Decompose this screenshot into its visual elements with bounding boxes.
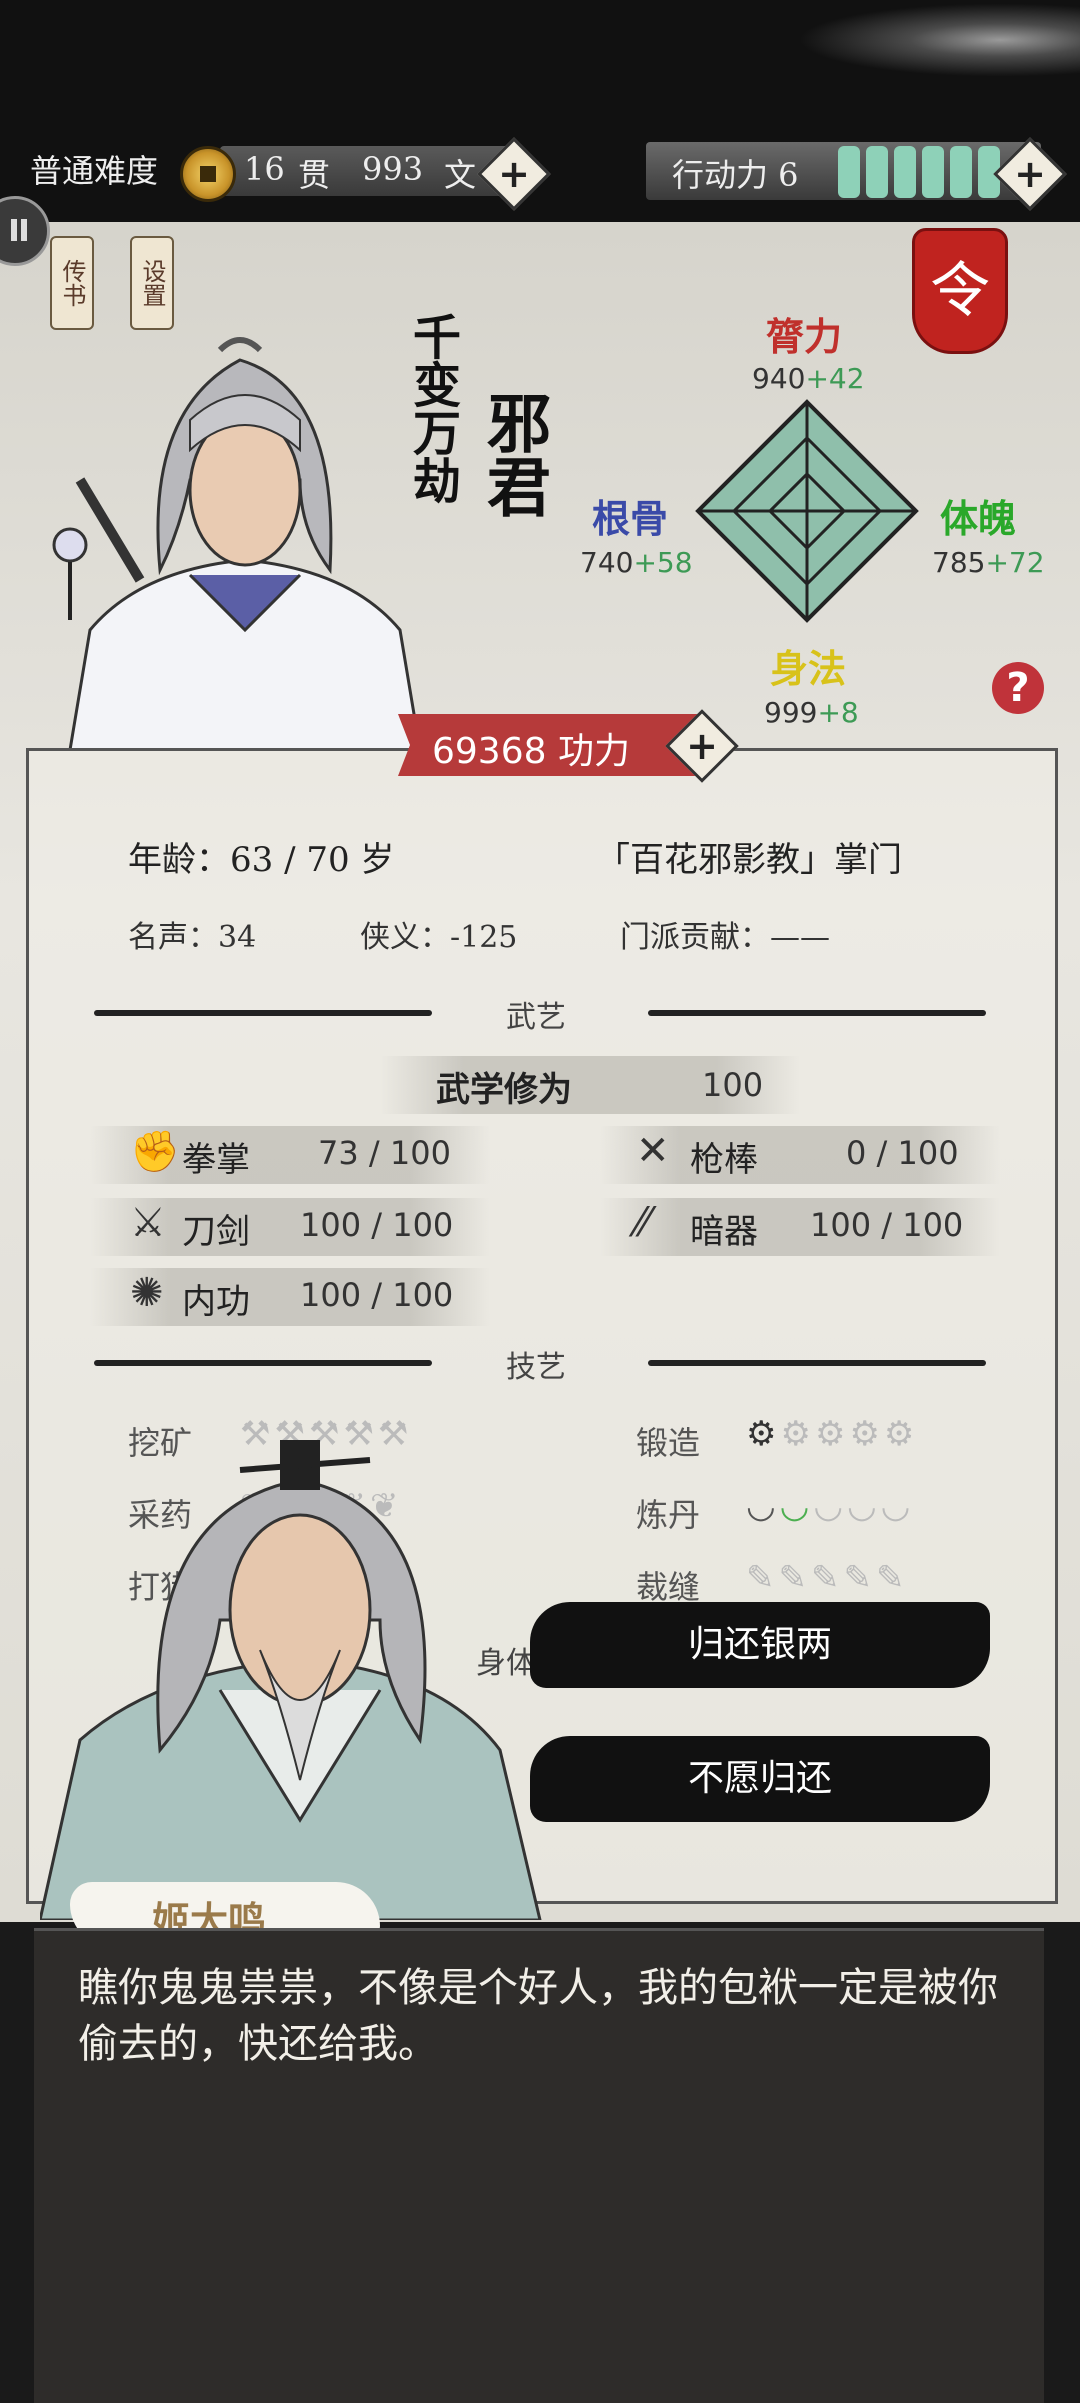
skill-name: 枪棒 bbox=[690, 1140, 758, 1180]
dialog-text: 瞧你鬼鬼祟祟，不像是个好人，我的包袱一定是被你偷去的，快还给我。 bbox=[78, 1965, 998, 2067]
chivalry: 侠义：-125 bbox=[360, 920, 518, 955]
fame: 名声：34 bbox=[128, 920, 257, 955]
plus-icon: + bbox=[498, 152, 530, 196]
cultivation-label: 武学修为 bbox=[436, 1070, 572, 1110]
money-wen-unit: 文 bbox=[444, 156, 477, 194]
difficulty-label: 普通难度 bbox=[30, 152, 159, 190]
stat-constitution-value: 785+72 bbox=[932, 546, 1045, 579]
stats-radar-chart bbox=[695, 399, 919, 623]
skill-name: 暗器 bbox=[690, 1212, 758, 1252]
stat-agility-value: 999+8 bbox=[764, 696, 859, 729]
sect-contribution: 门派贡献：—— bbox=[620, 920, 830, 955]
stat-bone-value: 740+58 bbox=[580, 546, 693, 579]
skill-name: 拳掌 bbox=[182, 1140, 250, 1180]
craft-name: 锻造 bbox=[636, 1424, 701, 1462]
action-point-segment bbox=[922, 146, 944, 198]
money-wen: 993 bbox=[362, 150, 424, 188]
anvil-icon: ⚙⚙⚙⚙⚙ bbox=[746, 1414, 919, 1454]
qi-icon: ✺ bbox=[130, 1270, 164, 1316]
stat-strength-value: 940+42 bbox=[752, 362, 865, 395]
divider bbox=[94, 1010, 432, 1016]
cultivation-value: 100 bbox=[702, 1066, 764, 1104]
needle-icon: ✎✎✎✎✎ bbox=[746, 1558, 909, 1598]
power-value: 69368 功力 bbox=[432, 731, 630, 772]
npc-portrait bbox=[40, 1440, 542, 1920]
coin-icon bbox=[180, 146, 236, 202]
skill-name: 内功 bbox=[182, 1282, 250, 1322]
fist-icon: ✊ bbox=[130, 1129, 180, 1175]
stat-constitution-label: 体魄 bbox=[940, 496, 1017, 541]
sword-icon: ⚔ bbox=[130, 1200, 166, 1246]
character-portrait bbox=[52, 337, 422, 750]
stat-strength-label: 膂力 bbox=[766, 314, 843, 359]
settings-tab[interactable]: 设置 bbox=[130, 236, 174, 330]
stat-bone-label: 根骨 bbox=[592, 496, 669, 541]
crafts-section-title: 技艺 bbox=[506, 1350, 566, 1385]
action-point-segment bbox=[950, 146, 972, 198]
skill-value: 100 / 100 bbox=[810, 1206, 964, 1244]
divider bbox=[94, 1360, 432, 1366]
craft-name: 炼丹 bbox=[636, 1496, 701, 1534]
plus-icon: + bbox=[686, 724, 718, 768]
action-points-label: 行动力 6 bbox=[672, 156, 799, 194]
action-point-segment bbox=[894, 146, 916, 198]
skill-value: 100 / 100 bbox=[300, 1276, 454, 1314]
skill-name: 刀剑 bbox=[182, 1212, 250, 1252]
bowl-icon: ◡◡◡◡◡ bbox=[746, 1486, 915, 1526]
spear-icon: ✕ bbox=[636, 1128, 670, 1174]
stat-agility-label: 身法 bbox=[770, 646, 847, 691]
order-button[interactable]: 令 bbox=[912, 228, 1008, 354]
action-point-segment bbox=[838, 146, 860, 198]
money-guan: 16 bbox=[244, 150, 285, 188]
letters-tab[interactable]: 传书 bbox=[50, 236, 94, 330]
character-name: 邪君 bbox=[476, 390, 551, 518]
skill-value: 0 / 100 bbox=[846, 1134, 959, 1172]
plus-icon: + bbox=[1014, 152, 1046, 196]
dart-icon: ⁄⁄ bbox=[636, 1200, 650, 1246]
action-point-segment bbox=[866, 146, 888, 198]
martial-section-title: 武艺 bbox=[506, 1000, 566, 1035]
help-icon[interactable]: ? bbox=[992, 662, 1044, 714]
skill-value: 100 / 100 bbox=[300, 1206, 454, 1244]
sect-title: 「百花邪影教」掌门 bbox=[596, 840, 902, 880]
skill-value: 73 / 100 bbox=[318, 1134, 451, 1172]
character-nickname: 千变万劫 bbox=[404, 312, 460, 504]
age: 年龄：63 / 70 岁 bbox=[128, 840, 395, 880]
divider bbox=[648, 1010, 986, 1016]
money-guan-unit: 贯 bbox=[298, 156, 331, 194]
divider bbox=[648, 1360, 986, 1366]
